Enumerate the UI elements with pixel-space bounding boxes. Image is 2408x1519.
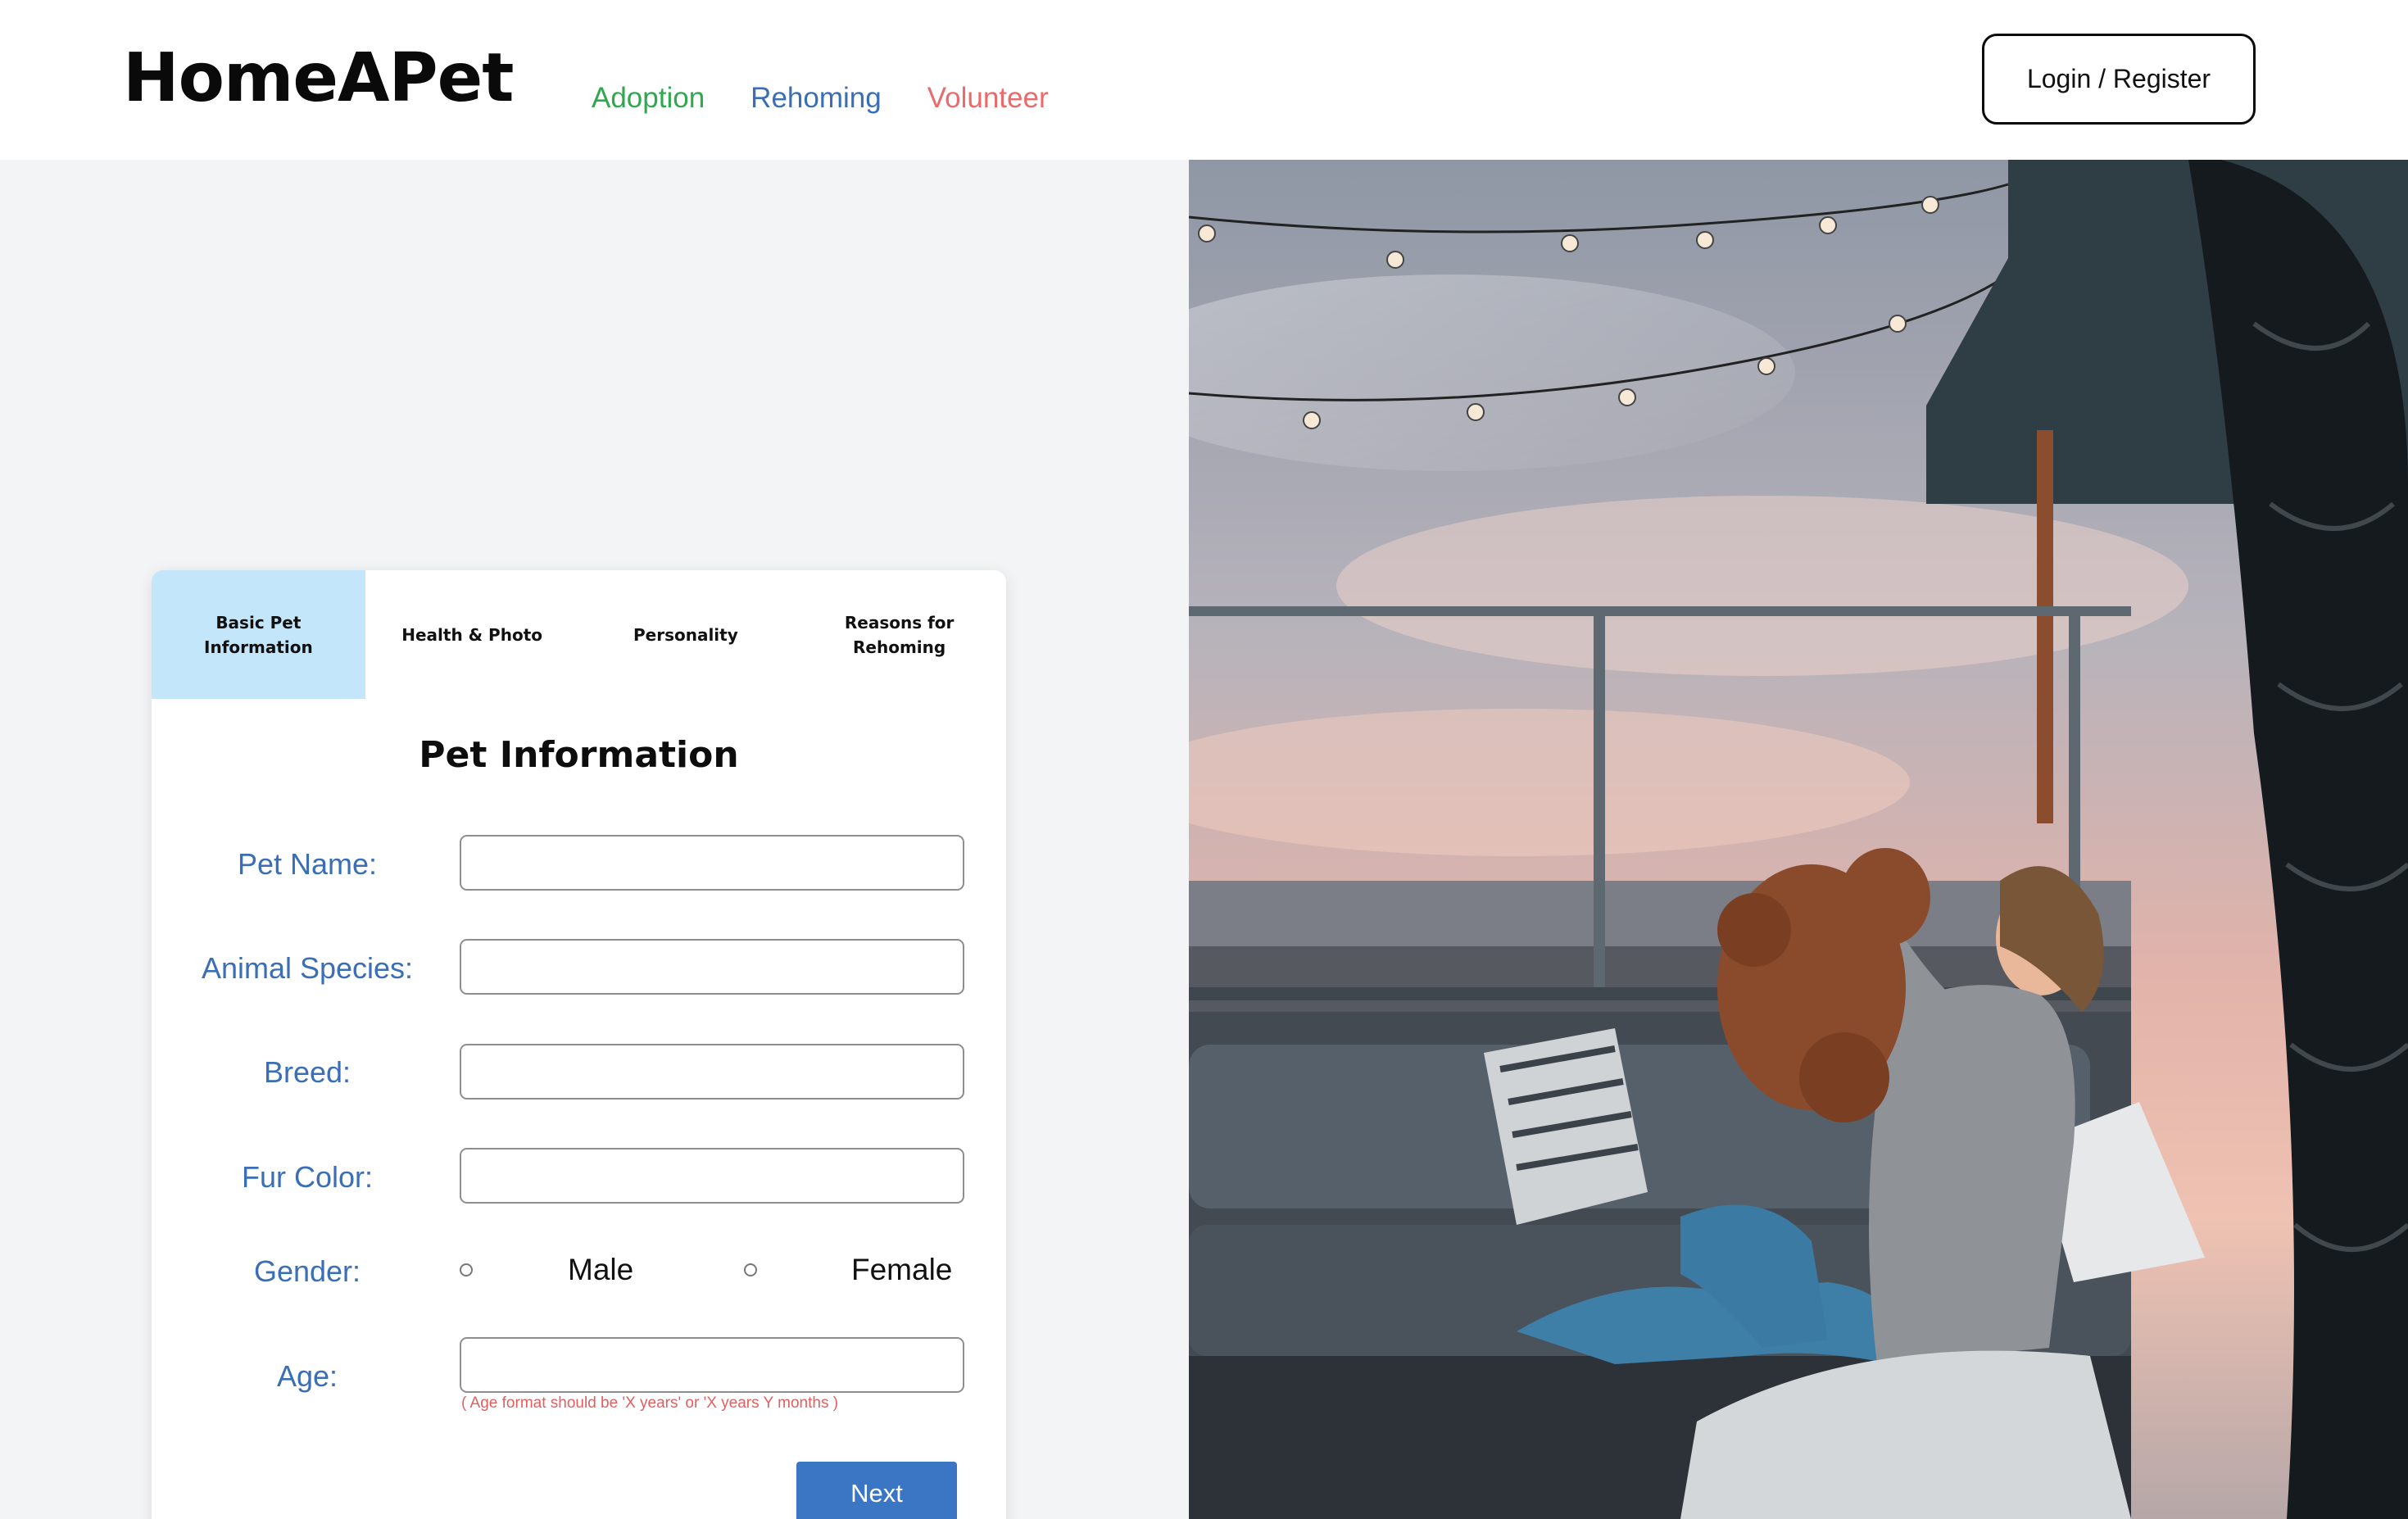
login-register-button[interactable]: Login / Register xyxy=(1982,34,2256,125)
age-format-hint: ( Age format should be 'X years' or 'X y… xyxy=(461,1394,839,1412)
next-button[interactable]: Next xyxy=(796,1462,957,1519)
pet-name-input[interactable] xyxy=(460,835,964,891)
form-area: Basic Pet Information Health & Photo Per… xyxy=(0,160,1189,1519)
form-step-tabs: Basic Pet Information Health & Photo Per… xyxy=(152,570,1006,699)
age-input[interactable] xyxy=(460,1337,964,1393)
gender-male-label[interactable]: Male xyxy=(568,1253,633,1287)
top-header: HomeAPet Adoption Rehoming Volunteer Log… xyxy=(0,0,2408,160)
gender-male-radio[interactable] xyxy=(460,1263,473,1276)
hero-photo-illustration xyxy=(1189,160,2408,1519)
tab-health-photo[interactable]: Health & Photo xyxy=(365,570,579,699)
form-title: Pet Information xyxy=(419,734,739,776)
age-label: Age: xyxy=(276,1359,338,1393)
animal-species-label: Animal Species: xyxy=(201,951,414,985)
nav-link-rehoming[interactable]: Rehoming xyxy=(751,82,882,115)
tab-reasons-for-rehoming[interactable]: Reasons for Rehoming xyxy=(792,570,1006,699)
breed-label: Breed: xyxy=(263,1055,351,1089)
pet-name-label: Pet Name: xyxy=(237,847,378,881)
fur-color-label: Fur Color: xyxy=(241,1160,374,1194)
nav-link-volunteer[interactable]: Volunteer xyxy=(927,82,1049,115)
gender-female-label[interactable]: Female xyxy=(851,1253,952,1287)
animal-species-input[interactable] xyxy=(460,939,964,995)
pet-form-card: Basic Pet Information Health & Photo Per… xyxy=(152,570,1006,1519)
gender-female-radio[interactable] xyxy=(744,1263,757,1276)
nav-link-adoption[interactable]: Adoption xyxy=(592,82,705,115)
tab-basic-pet-information[interactable]: Basic Pet Information xyxy=(152,570,365,699)
woman-holding-dog-photo xyxy=(1189,160,2408,1519)
site-logo[interactable]: HomeAPet xyxy=(123,39,514,117)
gender-label: Gender: xyxy=(253,1254,361,1288)
main-nav: Adoption Rehoming Volunteer xyxy=(592,82,1049,115)
tab-personality[interactable]: Personality xyxy=(579,570,793,699)
fur-color-input[interactable] xyxy=(460,1148,964,1204)
breed-input[interactable] xyxy=(460,1044,964,1100)
